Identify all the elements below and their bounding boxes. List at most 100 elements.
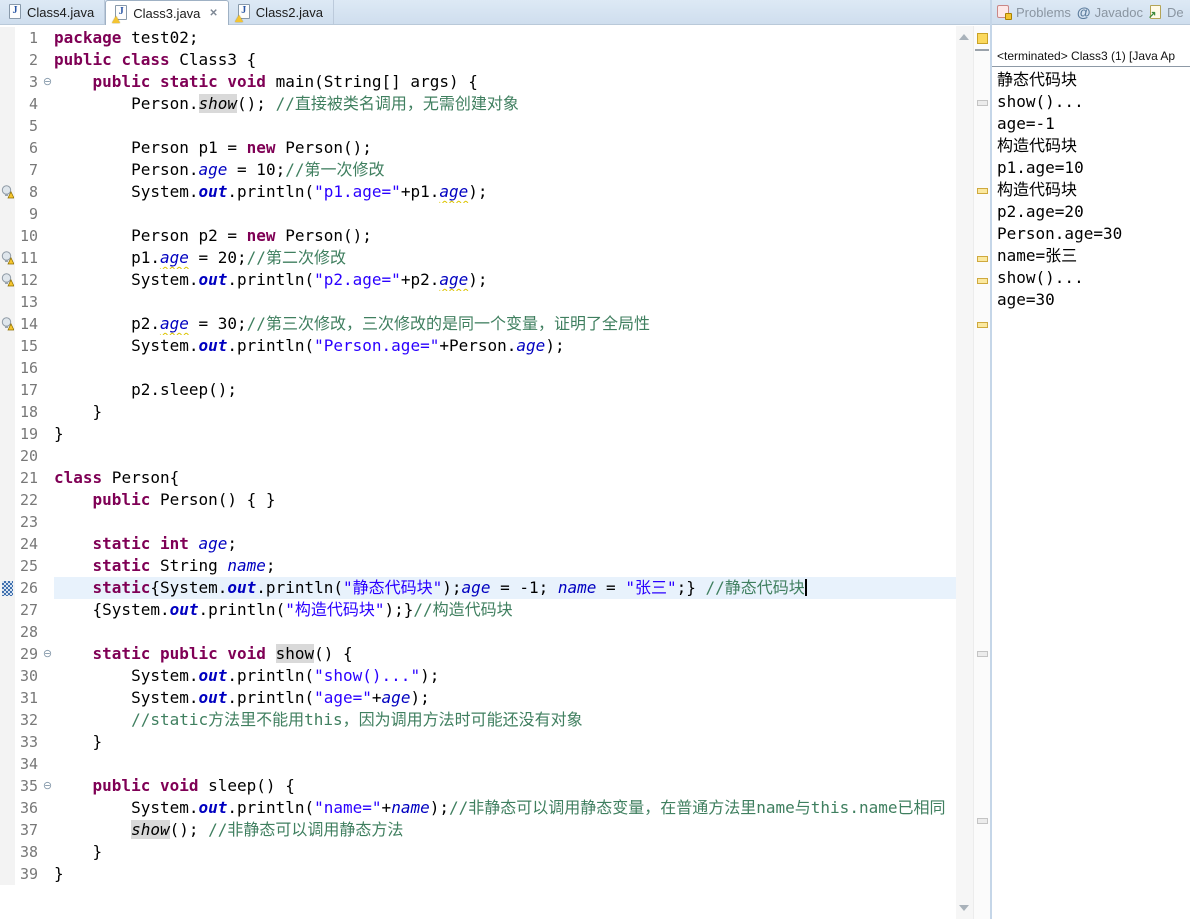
editor-line[interactable]: 10 Person p2 = new Person(); bbox=[0, 225, 956, 247]
editor-line[interactable]: 26 static{System.out.println("静态代码块");ag… bbox=[0, 577, 956, 599]
warning-marker[interactable] bbox=[977, 188, 988, 194]
code-text[interactable]: static String name; bbox=[54, 555, 956, 577]
editor-line[interactable]: 29 ⊖ static public void show() { bbox=[0, 643, 956, 665]
code-text[interactable]: Person p1 = new Person(); bbox=[54, 137, 956, 159]
annotation-summary-icon[interactable] bbox=[977, 33, 988, 44]
warning-marker[interactable] bbox=[977, 256, 988, 262]
code-text[interactable] bbox=[54, 511, 956, 533]
editor-line[interactable]: 4 Person.show(); //直接被类名调用，无需创建对象 bbox=[0, 93, 956, 115]
code-text[interactable]: } bbox=[54, 423, 956, 445]
code-text[interactable]: //static方法里不能用this，因为调用方法时可能还没有对象 bbox=[54, 709, 956, 731]
close-icon[interactable]: ✕ bbox=[209, 8, 217, 19]
editor-line[interactable]: 20 bbox=[0, 445, 956, 467]
editor-line[interactable]: 9 bbox=[0, 203, 956, 225]
editor-vertical-scrollbar[interactable] bbox=[956, 26, 973, 919]
code-text[interactable]: System.out.println("p1.age="+p1.age); bbox=[54, 181, 956, 203]
editor-line[interactable]: 12 System.out.println("p2.age="+p2.age); bbox=[0, 269, 956, 291]
editor-line[interactable]: 5 bbox=[0, 115, 956, 137]
editor-line[interactable]: 16 bbox=[0, 357, 956, 379]
editor-line[interactable]: 15 System.out.println("Person.age="+Pers… bbox=[0, 335, 956, 357]
code-text[interactable]: } bbox=[54, 401, 956, 423]
scroll-up-icon[interactable] bbox=[959, 34, 969, 40]
occurrence-marker[interactable] bbox=[977, 100, 988, 106]
editor-line[interactable]: 39} bbox=[0, 863, 956, 885]
fold-marker-icon[interactable]: ⊖ bbox=[41, 643, 54, 665]
code-text[interactable]: public class Class3 { bbox=[54, 49, 956, 71]
code-text[interactable]: static public void show() { bbox=[54, 643, 956, 665]
occurrence-marker[interactable] bbox=[977, 651, 988, 657]
editor-line[interactable]: 1 package test02; bbox=[0, 27, 956, 49]
code-text[interactable]: } bbox=[54, 731, 956, 753]
editor-line[interactable]: 19} bbox=[0, 423, 956, 445]
code-text[interactable]: p1.age = 20;//第二次修改 bbox=[54, 247, 956, 269]
view-tab-javadoc[interactable]: @ Javadoc bbox=[1077, 4, 1143, 20]
warning-bulb-icon[interactable] bbox=[1, 273, 15, 292]
code-text[interactable]: System.out.println("Person.age="+Person.… bbox=[54, 335, 956, 357]
editor-line[interactable]: 7 Person.age = 10;//第一次修改 bbox=[0, 159, 956, 181]
editor-tab-class4-java[interactable]: J Class4.java bbox=[0, 0, 106, 24]
editor-line[interactable]: 36 System.out.println("name="+name);//非静… bbox=[0, 797, 956, 819]
editor-line[interactable]: 17 p2.sleep(); bbox=[0, 379, 956, 401]
code-text[interactable]: Person p2 = new Person(); bbox=[54, 225, 956, 247]
code-text[interactable]: static{System.out.println("静态代码块");age =… bbox=[54, 577, 956, 599]
code-text[interactable] bbox=[54, 203, 956, 225]
editor-line[interactable]: 28 bbox=[0, 621, 956, 643]
editor-line[interactable]: 13 bbox=[0, 291, 956, 313]
editor-tab-class3-java[interactable]: J Class3.java ✕ bbox=[105, 0, 229, 25]
code-text[interactable] bbox=[54, 115, 956, 137]
editor-line[interactable]: 6 Person p1 = new Person(); bbox=[0, 137, 956, 159]
editor-line[interactable]: 11 p1.age = 20;//第二次修改 bbox=[0, 247, 956, 269]
code-text[interactable]: public static void main(String[] args) { bbox=[54, 71, 956, 93]
fold-marker-icon[interactable]: ⊖ bbox=[41, 71, 54, 93]
code-text[interactable] bbox=[54, 445, 956, 467]
editor-line[interactable]: 23 bbox=[0, 511, 956, 533]
code-text[interactable]: static int age; bbox=[54, 533, 956, 555]
code-editor[interactable]: 1 package test02; 2 public class Class3 {3 ⊖… bbox=[0, 26, 990, 919]
code-text[interactable] bbox=[54, 753, 956, 775]
editor-line[interactable]: 27 {System.out.println("构造代码块");}//构造代码块 bbox=[0, 599, 956, 621]
code-text[interactable]: } bbox=[54, 863, 956, 885]
view-tab-problems[interactable]: Problems bbox=[997, 5, 1071, 20]
editor-line[interactable]: 38 } bbox=[0, 841, 956, 863]
warning-marker[interactable] bbox=[977, 322, 988, 328]
code-text[interactable]: public void sleep() { bbox=[54, 775, 956, 797]
editor-line[interactable]: 35 ⊖ public void sleep() { bbox=[0, 775, 956, 797]
overview-ruler[interactable] bbox=[973, 26, 990, 919]
scroll-down-icon[interactable] bbox=[959, 905, 969, 911]
editor-line[interactable]: 24 static int age; bbox=[0, 533, 956, 555]
code-text[interactable]: System.out.println("age="+age); bbox=[54, 687, 956, 709]
editor-line[interactable]: 25 static String name; bbox=[0, 555, 956, 577]
code-text[interactable]: System.out.println("show()..."); bbox=[54, 665, 956, 687]
editor-line[interactable]: 33 } bbox=[0, 731, 956, 753]
code-text[interactable]: System.out.println("name="+name);//非静态可以… bbox=[54, 797, 956, 819]
code-text[interactable] bbox=[54, 621, 956, 643]
code-text[interactable] bbox=[54, 291, 956, 313]
code-text[interactable]: System.out.println("p2.age="+p2.age); bbox=[54, 269, 956, 291]
editor-line[interactable]: 31 System.out.println("age="+age); bbox=[0, 687, 956, 709]
code-text[interactable]: p2.sleep(); bbox=[54, 379, 956, 401]
code-text[interactable] bbox=[54, 357, 956, 379]
code-text[interactable]: public Person() { } bbox=[54, 489, 956, 511]
editor-line[interactable]: 3 ⊖ public static void main(String[] args… bbox=[0, 71, 956, 93]
code-text[interactable]: Person.age = 10;//第一次修改 bbox=[54, 159, 956, 181]
code-text[interactable]: show(); //非静态可以调用静态方法 bbox=[54, 819, 956, 841]
editor-tab-class2-java[interactable]: J Class2.java bbox=[229, 0, 334, 24]
editor-line[interactable]: 22 public Person() { } bbox=[0, 489, 956, 511]
warning-bulb-icon[interactable] bbox=[1, 185, 15, 204]
editor-line[interactable]: 21 class Person{ bbox=[0, 467, 956, 489]
view-tab-de[interactable]: ↗ De bbox=[1148, 4, 1184, 21]
editor-line[interactable]: 37 show(); //非静态可以调用静态方法 bbox=[0, 819, 956, 841]
editor-line[interactable]: 18 } bbox=[0, 401, 956, 423]
occurrence-marker[interactable] bbox=[977, 818, 988, 824]
code-text[interactable]: Person.show(); //直接被类名调用，无需创建对象 bbox=[54, 93, 956, 115]
editor-line[interactable]: 32 //static方法里不能用this，因为调用方法时可能还没有对象 bbox=[0, 709, 956, 731]
warning-bulb-icon[interactable] bbox=[1, 317, 15, 336]
code-text[interactable]: } bbox=[54, 841, 956, 863]
editor-line[interactable]: 8 System.out.println("p1.age="+p1.age); bbox=[0, 181, 956, 203]
code-text[interactable]: p2.age = 30;//第三次修改，三次修改的是同一个变量，证明了全局性 bbox=[54, 313, 956, 335]
warning-bulb-icon[interactable] bbox=[1, 251, 15, 270]
code-text[interactable]: package test02; bbox=[54, 27, 956, 49]
editor-line[interactable]: 34 bbox=[0, 753, 956, 775]
editor-line[interactable]: 30 System.out.println("show()..."); bbox=[0, 665, 956, 687]
editor-line[interactable]: 14 p2.age = 30;//第三次修改，三次修改的是同一个变量，证明了全局… bbox=[0, 313, 956, 335]
